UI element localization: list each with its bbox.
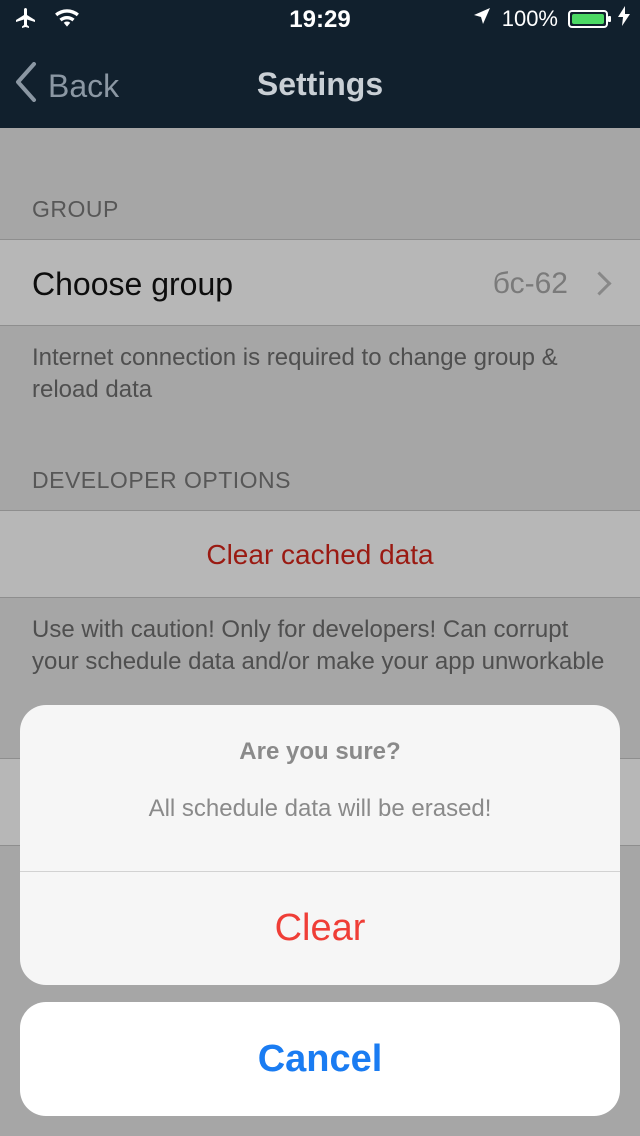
cancel-button[interactable]: Cancel xyxy=(20,1002,620,1116)
battery-icon xyxy=(568,10,611,28)
choose-group-value: бс-62 xyxy=(492,267,568,300)
choose-group-label: Choose group xyxy=(32,266,234,302)
page-title: Settings xyxy=(256,66,384,102)
chevron-right-icon xyxy=(587,271,612,296)
clear-cached-data-label: Clear cached data xyxy=(206,539,434,570)
navigation-bar: Back Settings xyxy=(0,40,640,128)
section-header-developer: DEVELOPER OPTIONS xyxy=(32,467,292,493)
status-bar: 19:29 100% xyxy=(0,0,640,40)
clear-button[interactable]: Clear xyxy=(20,872,620,985)
clear-cached-data-cell[interactable]: Clear cached data xyxy=(0,510,640,598)
action-sheet: Are you sure? All schedule data will be … xyxy=(20,705,620,985)
battery-percent: 100% xyxy=(501,6,558,31)
top-bar: 19:29 100% Back Settings xyxy=(0,0,640,128)
status-right: 100% xyxy=(472,6,630,32)
action-sheet-title: Are you sure? xyxy=(239,738,401,765)
location-arrow-icon xyxy=(472,6,492,32)
section-header-group: GROUP xyxy=(32,196,119,222)
developer-footer-text: Use with caution! Only for developers! C… xyxy=(32,616,605,675)
charging-bolt-icon xyxy=(618,6,630,32)
group-footer-text: Internet connection is required to chang… xyxy=(32,344,558,403)
action-sheet-message: All schedule data will be erased! xyxy=(148,795,492,822)
cancel-label: Cancel xyxy=(257,1038,383,1080)
choose-group-cell[interactable]: Choose group бс-62 xyxy=(0,239,640,326)
